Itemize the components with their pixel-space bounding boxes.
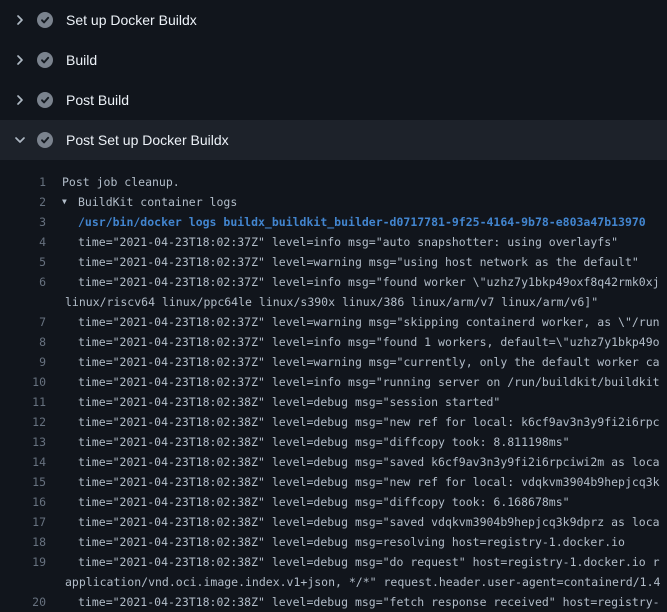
line-text: time="2021-04-23T18:02:38Z" level=debug …: [78, 512, 660, 532]
check-circle-icon: [37, 92, 53, 108]
line-number[interactable]: 8: [0, 332, 46, 352]
line-number[interactable]: 1: [0, 172, 46, 192]
line-number[interactable]: 6: [0, 272, 46, 292]
log-line: 11 time="2021-04-23T18:02:38Z" level=deb…: [0, 392, 667, 412]
line-text: application/vnd.oci.image.index.v1+json,…: [65, 572, 660, 592]
step-row[interactable]: Post Set up Docker Buildx: [0, 120, 667, 160]
step-list: Set up Docker Buildx Build Post: [0, 0, 667, 160]
log-line: 17 time="2021-04-23T18:02:38Z" level=deb…: [0, 512, 667, 532]
log-line: 1 Post job cleanup.: [0, 172, 667, 192]
line-text: time="2021-04-23T18:02:37Z" level=info m…: [78, 272, 660, 292]
line-number[interactable]: 9: [0, 352, 46, 372]
log-line: 13 time="2021-04-23T18:02:38Z" level=deb…: [0, 432, 667, 452]
chevron-right-icon: [12, 12, 28, 28]
log-line: 4 time="2021-04-23T18:02:37Z" level=info…: [0, 232, 667, 252]
line-number[interactable]: 16: [0, 492, 46, 512]
line-text: time="2021-04-23T18:02:38Z" level=debug …: [78, 492, 570, 512]
line-text: time="2021-04-23T18:02:38Z" level=debug …: [78, 392, 500, 412]
line-number[interactable]: [0, 292, 46, 312]
log-line: 7 time="2021-04-23T18:02:37Z" level=warn…: [0, 312, 667, 332]
line-text: time="2021-04-23T18:02:37Z" level=warnin…: [78, 312, 660, 332]
log-line: linux/riscv64 linux/ppc64le linux/s390x …: [0, 292, 667, 312]
line-number[interactable]: 10: [0, 372, 46, 392]
line-text: time="2021-04-23T18:02:38Z" level=debug …: [78, 532, 625, 552]
line-text: time="2021-04-23T18:02:37Z" level=warnin…: [78, 252, 639, 272]
log-line: 19 time="2021-04-23T18:02:38Z" level=deb…: [0, 552, 667, 572]
log-line: 15 time="2021-04-23T18:02:38Z" level=deb…: [0, 472, 667, 492]
step-row[interactable]: Build: [0, 40, 667, 80]
step-label: Set up Docker Buildx: [66, 12, 197, 28]
line-number[interactable]: 17: [0, 512, 46, 532]
check-circle-icon: [37, 12, 53, 28]
line-text: time="2021-04-23T18:02:37Z" level=info m…: [78, 332, 660, 352]
line-number[interactable]: 18: [0, 532, 46, 552]
line-text: BuildKit container logs: [78, 192, 237, 212]
log-line: 18 time="2021-04-23T18:02:38Z" level=deb…: [0, 532, 667, 552]
log-line: 6 time="2021-04-23T18:02:37Z" level=info…: [0, 272, 667, 292]
log-line: application/vnd.oci.image.index.v1+json,…: [0, 572, 667, 592]
line-number[interactable]: 11: [0, 392, 46, 412]
check-circle-icon: [37, 52, 53, 68]
line-number[interactable]: 2: [0, 192, 46, 212]
line-number[interactable]: 12: [0, 412, 46, 432]
log-pane: 1 Post job cleanup. 2 ▼ BuildKit contain…: [0, 160, 667, 612]
line-number[interactable]: 3: [0, 212, 46, 232]
log-line: 16 time="2021-04-23T18:02:38Z" level=deb…: [0, 492, 667, 512]
line-number[interactable]: 5: [0, 252, 46, 272]
line-number[interactable]: 14: [0, 452, 46, 472]
step-row[interactable]: Set up Docker Buildx: [0, 0, 667, 40]
log-line: 20 time="2021-04-23T18:02:38Z" level=deb…: [0, 592, 667, 612]
line-text: time="2021-04-23T18:02:38Z" level=debug …: [78, 412, 660, 432]
line-text: time="2021-04-23T18:02:38Z" level=debug …: [78, 592, 660, 612]
chevron-right-icon: [12, 92, 28, 108]
log-line: 14 time="2021-04-23T18:02:38Z" level=deb…: [0, 452, 667, 472]
chevron-right-icon: [12, 52, 28, 68]
line-number[interactable]: 15: [0, 472, 46, 492]
line-text: Post job cleanup.: [62, 172, 180, 192]
line-number[interactable]: 19: [0, 552, 46, 572]
line-text: time="2021-04-23T18:02:37Z" level=warnin…: [78, 352, 660, 372]
check-circle-icon: [37, 132, 53, 148]
log-line: 12 time="2021-04-23T18:02:38Z" level=deb…: [0, 412, 667, 432]
line-number[interactable]: 4: [0, 232, 46, 252]
line-text: /usr/bin/docker logs buildx_buildkit_bui…: [78, 212, 646, 232]
step-label: Build: [66, 52, 97, 68]
step-label: Post Build: [66, 92, 129, 108]
log-line: 5 time="2021-04-23T18:02:37Z" level=warn…: [0, 252, 667, 272]
line-number[interactable]: 20: [0, 592, 46, 612]
line-text: linux/riscv64 linux/ppc64le linux/s390x …: [65, 292, 598, 312]
step-row[interactable]: Post Build: [0, 80, 667, 120]
log-line: 2 ▼ BuildKit container logs: [0, 192, 667, 212]
log-line: 3 /usr/bin/docker logs buildx_buildkit_b…: [0, 212, 667, 232]
log-line: 10 time="2021-04-23T18:02:37Z" level=inf…: [0, 372, 667, 392]
line-number[interactable]: [0, 572, 46, 592]
line-text: time="2021-04-23T18:02:38Z" level=debug …: [78, 552, 660, 572]
line-text: time="2021-04-23T18:02:38Z" level=debug …: [78, 472, 660, 492]
line-text: time="2021-04-23T18:02:38Z" level=debug …: [78, 452, 660, 472]
line-text: time="2021-04-23T18:02:37Z" level=info m…: [78, 372, 660, 392]
group-caret-icon[interactable]: ▼: [62, 192, 75, 212]
log-line: 9 time="2021-04-23T18:02:37Z" level=warn…: [0, 352, 667, 372]
line-number[interactable]: 7: [0, 312, 46, 332]
chevron-down-icon: [12, 132, 28, 148]
line-number[interactable]: 13: [0, 432, 46, 452]
log-line: 8 time="2021-04-23T18:02:37Z" level=info…: [0, 332, 667, 352]
line-text: time="2021-04-23T18:02:37Z" level=info m…: [78, 232, 618, 252]
line-text: time="2021-04-23T18:02:38Z" level=debug …: [78, 432, 570, 452]
step-label: Post Set up Docker Buildx: [66, 132, 229, 148]
